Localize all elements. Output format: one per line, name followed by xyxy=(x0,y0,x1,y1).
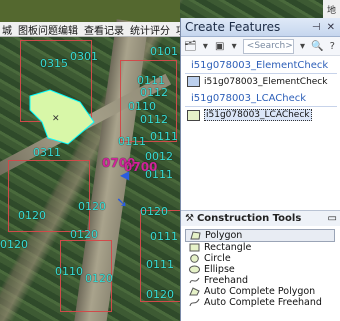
dropdown-icon[interactable]: ▾ xyxy=(200,40,211,52)
panel-title: Create Features xyxy=(185,20,281,34)
arrow-marker-icon: ◀ xyxy=(120,168,130,182)
search-dropdown-icon[interactable]: ▾ xyxy=(297,40,308,52)
map-label: 0120 xyxy=(18,209,46,222)
dropdown-icon[interactable]: ▾ xyxy=(228,40,239,52)
map-label: 0112 xyxy=(140,86,168,99)
map-label: 0111 xyxy=(137,74,165,87)
template-group-header[interactable]: i51g078003_LCACheck xyxy=(185,91,337,107)
tool-label: Ellipse xyxy=(204,264,235,275)
tool-label: Auto Complete Polygon xyxy=(204,286,316,297)
map-label: 0120 xyxy=(140,205,168,218)
tool-label: Freehand xyxy=(204,275,249,286)
tool-auto-complete-freehand[interactable]: Auto Complete Freehand xyxy=(185,297,335,308)
pin-icon[interactable]: ⊣ xyxy=(312,22,321,33)
construction-tools-list: Polygon Rectangle Circle Ellipse Freehan… xyxy=(185,229,335,308)
panel-title-bar: Create Features ⊣ ✕ xyxy=(181,18,340,37)
search-icon[interactable]: 🔍 xyxy=(311,40,323,52)
template-label: i51g078003_ElementCheck xyxy=(204,76,328,87)
tool-label: Rectangle xyxy=(204,242,252,253)
tool-polygon[interactable]: Polygon xyxy=(185,229,335,242)
map-label: 0120 xyxy=(78,200,106,213)
template-swatch xyxy=(187,76,200,87)
search-input[interactable]: <Search> xyxy=(242,38,294,54)
map-label: 0111 xyxy=(150,130,178,143)
tool-auto-complete-polygon[interactable]: Auto Complete Polygon xyxy=(185,286,335,297)
tool-rectangle[interactable]: Rectangle xyxy=(185,242,335,253)
construction-tools-title: Construction Tools xyxy=(196,213,302,224)
map-top-strip xyxy=(0,0,180,22)
map-label: 0110 xyxy=(128,100,156,113)
create-features-panel: Create Features ⊣ ✕ 🗂 ▾ ▣ ▾ <Search> ▾ 🔍… xyxy=(180,18,340,321)
freehand-icon xyxy=(188,276,200,285)
tool-label: Polygon xyxy=(205,230,243,241)
svg-text:✕: ✕ xyxy=(52,114,60,124)
arrow-marker-icon: ➘ xyxy=(116,195,128,211)
map-label: 0101 xyxy=(150,45,178,58)
template-item-selected[interactable]: i51g078003_LCACheck xyxy=(181,107,340,123)
construction-tools-header: ⚒ Construction Tools ▭ xyxy=(181,210,340,226)
map-label: 0111 xyxy=(150,230,178,243)
tool-label: Auto Complete Freehand xyxy=(204,297,322,308)
tool-freehand[interactable]: Freehand xyxy=(185,275,335,286)
map-label: 0112 xyxy=(140,113,168,126)
map-label: 0120 xyxy=(85,272,113,285)
tools-icon: ⚒ xyxy=(185,213,194,224)
tool-label: Circle xyxy=(204,253,231,264)
template-label: i51g078003_LCACheck xyxy=(204,109,312,121)
menu-item[interactable]: 图板问题编辑 xyxy=(18,22,78,37)
map-label: 0311 xyxy=(33,146,61,159)
auto-complete-freehand-icon xyxy=(188,298,200,307)
template-item[interactable]: i51g078003_ElementCheck xyxy=(181,74,340,89)
collapse-icon[interactable]: ▭ xyxy=(328,213,340,224)
polygon-icon xyxy=(189,231,201,240)
help-icon[interactable]: ? xyxy=(327,40,338,52)
menu-item[interactable]: 统计评分 xyxy=(130,22,170,37)
map-label: 0120 xyxy=(146,288,174,301)
map-label: 0120 xyxy=(70,228,98,241)
organize-templates-icon[interactable]: 🗂 xyxy=(184,40,197,52)
map-label: 0315 xyxy=(40,57,68,70)
template-group-header[interactable]: i51g078003_ElementCheck xyxy=(185,58,337,74)
template-swatch xyxy=(187,109,200,121)
tool-ellipse[interactable]: Ellipse xyxy=(185,264,335,275)
tool-circle[interactable]: Circle xyxy=(185,253,335,264)
map-label: 0301 xyxy=(70,50,98,63)
menu-item-right[interactable]: 地 xyxy=(323,0,340,18)
panel-toolbar: 🗂 ▾ ▣ ▾ <Search> ▾ 🔍 ? xyxy=(181,37,340,56)
map-label: 0110 xyxy=(55,265,83,278)
selected-parcel[interactable]: ✕ xyxy=(28,88,98,148)
auto-complete-polygon-icon xyxy=(188,287,200,296)
ellipse-icon xyxy=(188,265,200,274)
map-label: 0120 xyxy=(0,238,28,251)
map-label: 0111 xyxy=(146,258,174,271)
circle-icon xyxy=(188,254,200,263)
template-icon[interactable]: ▣ xyxy=(214,40,225,52)
map-label: 0111 xyxy=(118,135,146,148)
close-icon[interactable]: ✕ xyxy=(327,22,335,33)
rectangle-icon xyxy=(188,243,200,252)
menu-bar: 城 图板问题编辑 查看记录 统计评分 项目设置 当 xyxy=(0,22,187,37)
menu-item[interactable]: 城 xyxy=(2,22,12,37)
menu-item[interactable]: 查看记录 xyxy=(84,22,124,37)
